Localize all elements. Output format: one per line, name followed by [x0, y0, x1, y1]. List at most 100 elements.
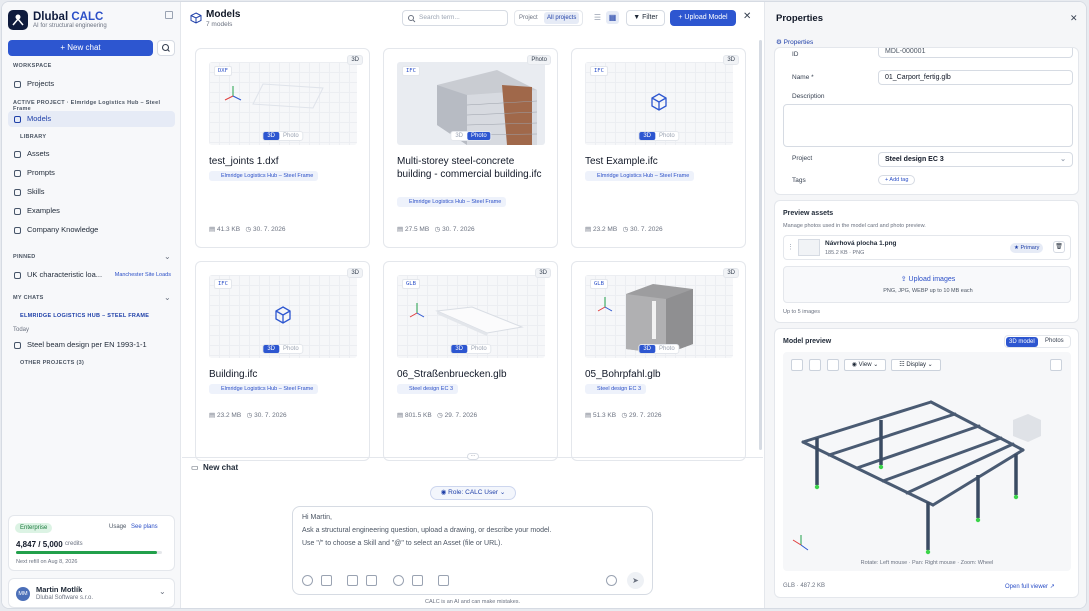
view-badge: Photo: [527, 55, 551, 65]
sidebar-item-assets[interactable]: Assets: [8, 146, 175, 162]
cube-icon[interactable]: [438, 575, 449, 586]
preview-toggle[interactable]: 3D Photo: [450, 344, 492, 354]
view-dropdown[interactable]: ◉ View ⌄: [844, 359, 886, 371]
model-card[interactable]: GLB 3D Photo 3D 05_Bohrpfahl.glb Steel de…: [571, 261, 746, 461]
sidebar-item-company-knowledge[interactable]: Company Knowledge: [8, 222, 175, 238]
chat-item[interactable]: Steel beam design per EN 1993-1-1: [8, 337, 175, 353]
close-icon[interactable]: ✕: [1070, 13, 1078, 24]
chat-icon: [14, 272, 21, 279]
card-title: 05_Bohrpfahl.glb: [585, 369, 661, 380]
model-card[interactable]: IFC 3D Photo 3D Test Example.ifc Elmridge…: [571, 48, 746, 248]
model-card[interactable]: GLB 3D Photo 3D 06_Straßenbruecken.glb St…: [383, 261, 558, 461]
card-meta: ▤ 41.3 KB ◷ 30. 7. 2026: [209, 226, 286, 233]
sidebar-item-skills[interactable]: Skills: [8, 184, 175, 200]
play-icon[interactable]: [827, 359, 839, 371]
book-icon[interactable]: [412, 575, 423, 586]
book-icon: [14, 227, 21, 234]
sidebar-item-examples[interactable]: Examples: [8, 203, 175, 219]
model-card[interactable]: IFC 3D Photo 3D Building.ifc Elmridge Log…: [195, 261, 370, 461]
tab-photos[interactable]: Photos: [1045, 338, 1064, 344]
plan-badge: Enterprise: [15, 523, 53, 533]
model-card[interactable]: IFC 3D Photo Photo Multi-storey steel-con…: [383, 48, 558, 248]
chat-greeting: Hi Martin,: [302, 514, 332, 521]
carport-3d-model: [792, 400, 1041, 555]
folder-icon[interactable]: [347, 575, 358, 586]
scope-project-button[interactable]: Project: [519, 15, 538, 21]
preview-toggle[interactable]: 3D Photo: [262, 131, 304, 141]
cube-icon: [651, 93, 667, 111]
search-button[interactable]: [157, 40, 175, 56]
new-chat-button[interactable]: + New chat: [8, 40, 153, 56]
sidebar-item-prompts[interactable]: Prompts: [8, 165, 175, 181]
card-meta: ▤ 51.3 KB ◷ 29. 7. 2026: [585, 412, 662, 419]
scrollbar[interactable]: [759, 40, 762, 450]
upload-hint: PNG, JPG, WEBP up to 10 MB each: [883, 288, 973, 294]
avatar: MM: [16, 587, 30, 601]
filter-button[interactable]: ▼ Filter: [626, 10, 665, 26]
scope-all-button[interactable]: All projects: [544, 12, 580, 24]
open-full-viewer-link[interactable]: Open full viewer ↗: [1005, 583, 1055, 590]
project-select[interactable]: Steel design EC 3 ⌄: [878, 152, 1073, 167]
expand-icon[interactable]: [791, 359, 803, 371]
grid-view-button[interactable]: ▦: [606, 11, 619, 24]
search-input[interactable]: Search term...: [402, 10, 508, 26]
model-thumbnail: IFC 3D Photo: [397, 62, 545, 145]
preview-toggle[interactable]: 3D Photo: [638, 344, 680, 354]
pinned-chat-item[interactable]: UK characteristic loa... Manchester Site …: [8, 267, 175, 283]
list-view-button[interactable]: ☰: [591, 11, 604, 24]
upload-model-button[interactable]: + Upload Model: [670, 10, 736, 26]
description-field[interactable]: [783, 104, 1073, 147]
fullscreen-icon[interactable]: [1050, 359, 1062, 371]
properties-title: Properties: [776, 13, 823, 24]
role-selector[interactable]: ◉ Role: CALC User ⌄: [430, 486, 516, 500]
refill-text: Next refill on Aug 8, 2026: [16, 559, 78, 565]
my-chats-chevron-icon[interactable]: ⌄: [164, 293, 171, 302]
send-button[interactable]: ➤: [627, 572, 644, 589]
microphone-icon[interactable]: [606, 575, 617, 586]
app-logo: [8, 10, 28, 30]
sparkle-icon[interactable]: [366, 575, 377, 586]
upload-images-dropzone[interactable]: ⇪ Upload images PNG, JPG, WEBP up to 10 …: [783, 266, 1071, 303]
project-tag: Elmridge Logistics Hub – Steel Frame: [397, 197, 507, 207]
globe-icon[interactable]: [393, 575, 404, 586]
name-label: Name *: [792, 74, 814, 81]
usage-link[interactable]: Usage: [109, 524, 126, 530]
chat-icon: ▭: [191, 463, 199, 472]
sidebar-item-models[interactable]: Models: [8, 111, 175, 127]
project-tag: Steel design EC 3: [397, 384, 459, 394]
see-plans-link[interactable]: See plans: [131, 524, 158, 530]
app-tagline: AI for structural engineering: [33, 23, 107, 29]
resize-handle[interactable]: ···: [467, 453, 479, 460]
chevron-down-icon: ⌄: [159, 587, 166, 596]
model-card[interactable]: DXF 3D Photo 3D test_joints 1.dxf Elmridg…: [195, 48, 370, 248]
file-meta: GLB · 487.2 KB: [783, 583, 826, 589]
upload-limit: Up to 5 images: [783, 309, 820, 315]
preview-toggle[interactable]: 3D Photo: [638, 131, 680, 141]
user-menu[interactable]: MM Martin Motlík Dlubal Software s.r.o. …: [8, 578, 175, 608]
preview-toggle[interactable]: 3D Photo: [262, 344, 304, 354]
reset-icon[interactable]: [809, 359, 821, 371]
clipboard-icon[interactable]: [321, 575, 332, 586]
chat-input[interactable]: Hi Martin, Ask a structural engineering …: [292, 506, 653, 595]
drag-handle-icon[interactable]: ⋮: [787, 243, 794, 251]
tab-3d-model[interactable]: 3D model: [1006, 337, 1038, 347]
add-icon[interactable]: [302, 575, 313, 586]
viewer[interactable]: ◉ View ⌄ ☷ Display ⌄ Rotate: Left mouse …: [783, 352, 1071, 571]
sidebar-collapse-icon[interactable]: [165, 11, 173, 19]
name-field[interactable]: 01_Carport_fertig.glb: [878, 70, 1073, 85]
other-projects-toggle[interactable]: OTHER PROJECTS (3): [20, 360, 84, 366]
pinned-chevron-icon[interactable]: ⌄: [164, 252, 171, 261]
preview-toggle[interactable]: 3D Photo: [450, 131, 492, 141]
close-icon[interactable]: ✕: [743, 11, 751, 22]
credits-unit: credits: [65, 541, 83, 547]
display-dropdown[interactable]: ☷ Display ⌄: [891, 359, 941, 371]
properties-form: ID MDL-000001 Name * 01_Carport_fertig.g…: [774, 47, 1079, 195]
file-type-badge: IFC: [214, 279, 232, 289]
project-tag: Elmridge Logistics Hub – Steel Frame: [209, 171, 319, 181]
add-tag-button[interactable]: + Add tag: [878, 175, 916, 185]
trash-icon[interactable]: 🗑: [1053, 241, 1065, 253]
chat-group-label[interactable]: ELMRIDGE LOGISTICS HUB – STEEL FRAME: [20, 313, 149, 319]
asset-row[interactable]: ⋮ Návrhová plocha 1.png 185.2 KB · PNG ★…: [783, 235, 1071, 260]
sidebar-item-projects[interactable]: Projects: [8, 76, 175, 92]
workspace-label: WORKSPACE: [13, 63, 52, 69]
